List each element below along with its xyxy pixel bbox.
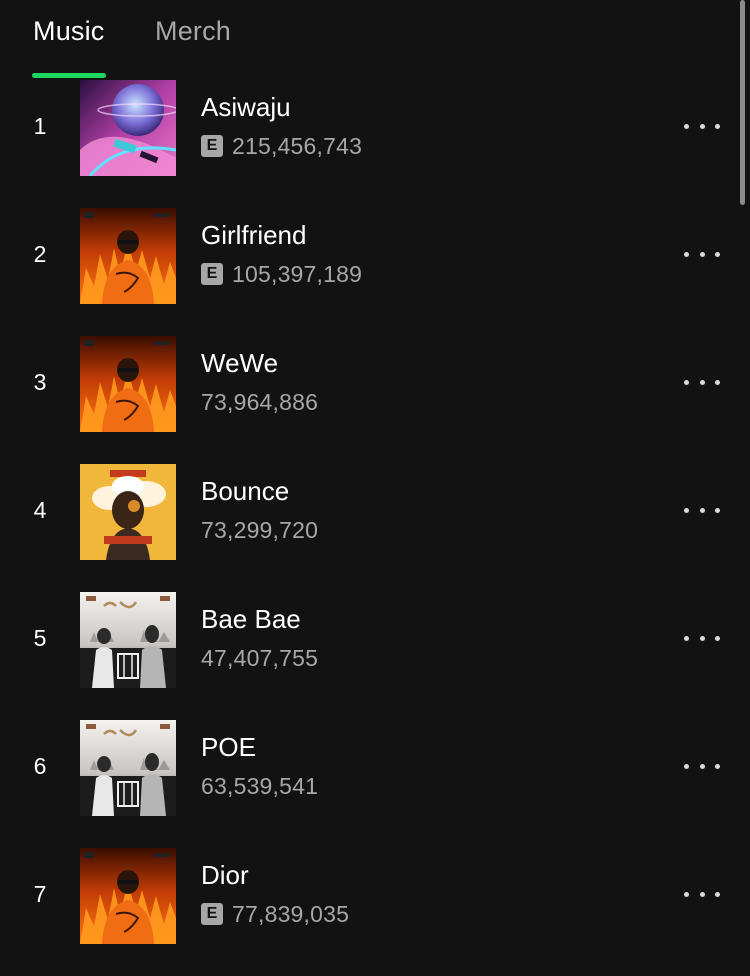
dot xyxy=(699,635,705,641)
active-tab-indicator xyxy=(32,73,106,78)
track-row[interactable]: 3 WeWe 73,964,886 xyxy=(0,336,750,464)
track-row[interactable]: 4 Bounce 73,299,720 xyxy=(0,464,750,592)
dot xyxy=(699,251,705,257)
track-title: POE xyxy=(201,732,256,762)
album-cover-art xyxy=(80,848,176,944)
more-options-icon[interactable] xyxy=(684,372,720,392)
album-cover-art xyxy=(80,720,176,816)
dot xyxy=(684,763,689,769)
track-title: WeWe xyxy=(201,348,279,378)
dot xyxy=(684,507,689,513)
album-cover[interactable] xyxy=(80,720,176,816)
track-title: Bae Bae xyxy=(201,604,301,634)
track-row[interactable]: 2 Girlfriend E 105,397,189 xyxy=(0,208,750,336)
play-count: 77,839,035 xyxy=(232,900,350,927)
play-count: 73,299,720 xyxy=(201,516,319,543)
more-options-icon[interactable] xyxy=(684,244,720,264)
track-meta: E 77,839,035 xyxy=(201,900,349,928)
album-cover[interactable] xyxy=(80,592,176,688)
track-row[interactable]: 6 POE 63,539,541 xyxy=(0,720,750,848)
album-cover-art xyxy=(80,464,176,560)
more-options-icon[interactable] xyxy=(684,116,720,136)
track-row[interactable]: 1 Asiwaju E 215,456,743 xyxy=(0,80,750,208)
track-meta: 73,299,720 xyxy=(201,516,318,544)
album-cover[interactable] xyxy=(80,208,176,304)
tab-music[interactable]: Music xyxy=(33,16,105,47)
album-cover[interactable] xyxy=(80,336,176,432)
dot xyxy=(684,123,689,129)
dot xyxy=(715,763,720,769)
album-cover-art xyxy=(80,592,176,688)
play-count: 47,407,755 xyxy=(201,644,319,671)
track-rank: 7 xyxy=(33,881,47,907)
dot xyxy=(715,635,720,641)
track-row[interactable]: 7 Dior E 77,839,035 xyxy=(0,848,750,976)
track-title: Dior xyxy=(201,860,249,890)
play-count: 215,456,743 xyxy=(232,132,363,159)
more-options-icon[interactable] xyxy=(684,884,720,904)
track-rank: 4 xyxy=(33,497,47,523)
track-title: Bounce xyxy=(201,476,290,506)
dot xyxy=(684,635,689,641)
explicit-badge: E xyxy=(201,263,223,285)
dot xyxy=(715,891,720,897)
dot xyxy=(699,379,705,385)
explicit-badge: E xyxy=(201,903,223,925)
track-list: 1 Asiwaju E 215,456,743 2 Girlfriend E 1… xyxy=(0,80,750,976)
tab-bar: Music Merch xyxy=(0,0,750,80)
track-title: Girlfriend xyxy=(201,220,307,250)
dot xyxy=(684,379,689,385)
album-cover-art xyxy=(80,80,176,176)
dot xyxy=(715,251,720,257)
album-cover[interactable] xyxy=(80,80,176,176)
track-row[interactable]: 5 Bae Bae 47,407,755 xyxy=(0,592,750,720)
track-rank: 5 xyxy=(33,625,47,651)
album-cover-art xyxy=(80,336,176,432)
explicit-badge: E xyxy=(201,135,223,157)
track-meta: 63,539,541 xyxy=(201,772,318,800)
track-meta: E 105,397,189 xyxy=(201,260,362,288)
album-cover[interactable] xyxy=(80,464,176,560)
dot xyxy=(699,763,705,769)
more-options-icon[interactable] xyxy=(684,500,720,520)
track-rank: 6 xyxy=(33,753,47,779)
play-count: 63,539,541 xyxy=(201,772,319,799)
track-meta: E 215,456,743 xyxy=(201,132,362,160)
dot xyxy=(699,123,705,129)
dot xyxy=(715,123,720,129)
more-options-icon[interactable] xyxy=(684,628,720,648)
dot xyxy=(684,891,689,897)
track-title: Asiwaju xyxy=(201,92,291,122)
album-cover-art xyxy=(80,208,176,304)
dot xyxy=(715,379,720,385)
track-rank: 1 xyxy=(33,113,47,139)
track-meta: 73,964,886 xyxy=(201,388,318,416)
track-rank: 2 xyxy=(33,241,47,267)
dot xyxy=(684,251,689,257)
track-meta: 47,407,755 xyxy=(201,644,318,672)
dot xyxy=(699,507,705,513)
album-cover[interactable] xyxy=(80,848,176,944)
dot xyxy=(699,891,705,897)
play-count: 73,964,886 xyxy=(201,388,319,415)
play-count: 105,397,189 xyxy=(232,260,363,287)
track-rank: 3 xyxy=(33,369,47,395)
dot xyxy=(715,507,720,513)
more-options-icon[interactable] xyxy=(684,756,720,776)
tab-merch[interactable]: Merch xyxy=(155,16,231,47)
